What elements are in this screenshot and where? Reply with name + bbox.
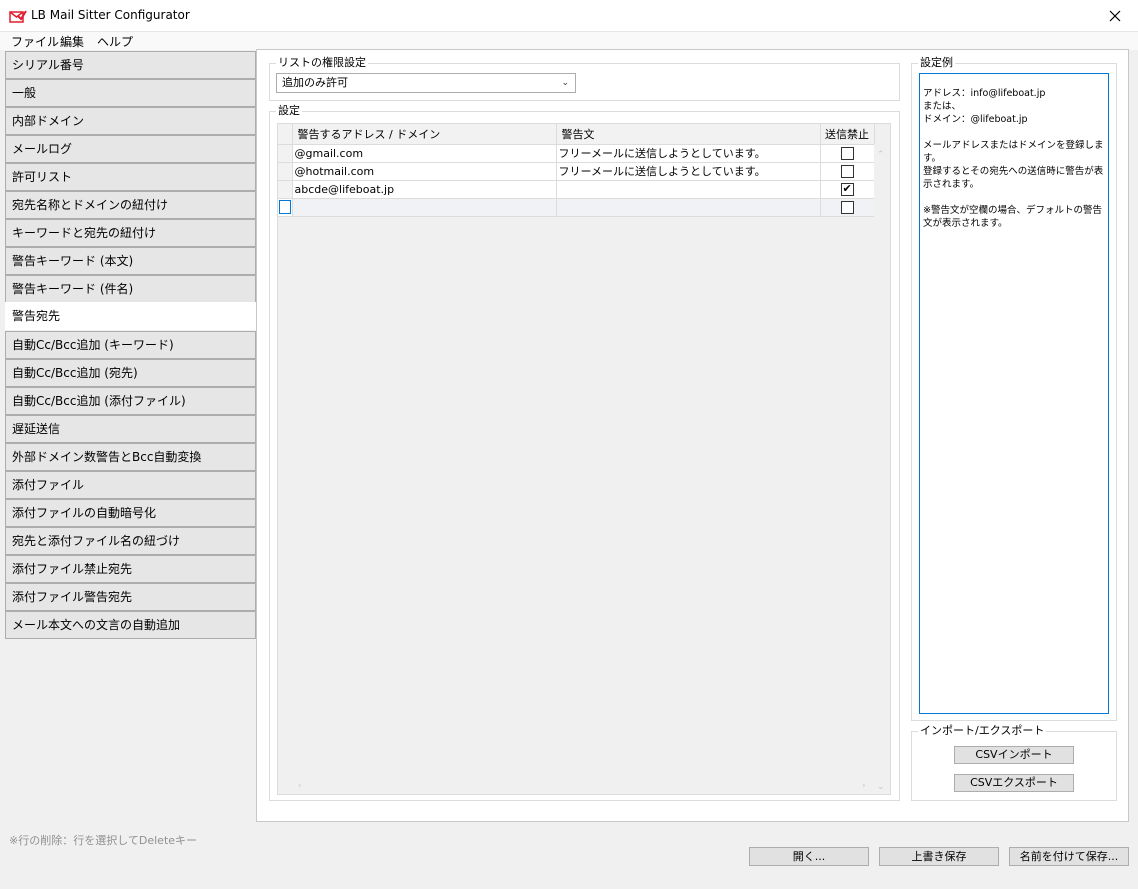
close-icon	[1109, 10, 1121, 22]
close-button[interactable]	[1092, 0, 1138, 32]
permission-label: リストの権限設定	[276, 56, 368, 70]
menu-bar: ファイル 編集 ヘルプ	[0, 32, 1138, 50]
scroll-up-icon[interactable]: ⌃	[877, 150, 885, 160]
sidebar-item-keyword-recipient[interactable]: キーワードと宛先の紐付け	[5, 219, 256, 247]
blocked-checkbox-checked[interactable]: ✔	[840, 181, 854, 196]
save-button[interactable]: 上書き保存	[879, 847, 999, 866]
permission-selected-value: 追加のみ許可	[282, 76, 348, 89]
csv-export-button[interactable]: CSVエクスポート	[954, 774, 1074, 792]
example-label: 設定例	[918, 56, 955, 70]
vertical-scrollbar[interactable]: ⌃ ⌄	[874, 144, 890, 794]
window-title: LB Mail Sitter Configurator	[31, 8, 190, 22]
sidebar-item-general[interactable]: 一般	[5, 79, 256, 107]
table-row[interactable]: @hotmail.com フリーメールに送信しようとしています。	[278, 162, 875, 181]
message-cell[interactable]: フリーメールに送信しようとしています。	[556, 162, 821, 181]
delete-row-hint: ※行の削除：行を選択してDeleteキー	[9, 834, 198, 847]
menu-file[interactable]: ファイル	[11, 33, 59, 50]
column-header-message[interactable]: 警告文	[556, 124, 821, 145]
sidebar-item-auto-cc-attachment[interactable]: 自動Cc/Bcc追加 (添付ファイル)	[5, 387, 256, 415]
message-cell[interactable]: フリーメールに送信しようとしています。	[556, 144, 821, 163]
blocked-cell[interactable]: ✔	[820, 180, 875, 199]
settings-table: 警告するアドレス / ドメイン 警告文 送信禁止 @gmail.com フリーメ…	[278, 124, 875, 217]
sidebar-item-internal-domain[interactable]: 内部ドメイン	[5, 107, 256, 135]
sidebar-item-attachment-block[interactable]: 添付ファイル禁止宛先	[5, 555, 256, 583]
sidebar-item-name-domain[interactable]: 宛先名称とドメインの紐付け	[5, 191, 256, 219]
blocked-cell[interactable]	[820, 162, 875, 181]
example-textbox[interactable]: アドレス：info@lifeboat.jp または、 ドメイン：@lifeboa…	[919, 73, 1109, 714]
blocked-cell[interactable]	[820, 198, 875, 217]
address-cell[interactable]: abcde@lifeboat.jp	[292, 180, 557, 199]
sidebar-item-warning-recipient[interactable]: 警告宛先	[5, 302, 256, 330]
horizontal-scrollbar[interactable]: ‹ ›	[278, 779, 874, 795]
row-header[interactable]	[278, 144, 293, 163]
settings-label: 設定	[276, 104, 302, 118]
sidebar-item-recipient-filename[interactable]: 宛先と添付ファイル名の紐づけ	[5, 527, 256, 555]
menu-edit[interactable]: 編集	[60, 33, 84, 50]
address-cell[interactable]: @hotmail.com	[292, 162, 557, 181]
column-header-address[interactable]: 警告するアドレス / ドメイン	[292, 124, 557, 145]
row-header[interactable]	[278, 180, 293, 199]
blocked-checkbox[interactable]	[840, 164, 854, 178]
sidebar-item-warning-keyword-subject[interactable]: 警告キーワード (件名)	[5, 275, 256, 303]
current-row-indicator	[279, 200, 291, 214]
sidebar-item-mail-log[interactable]: メールログ	[5, 135, 256, 163]
sidebar-item-delayed-send[interactable]: 遅延送信	[5, 415, 256, 443]
row-header[interactable]	[278, 162, 293, 181]
sidebar-item-warning-keyword-body[interactable]: 警告キーワード (本文)	[5, 247, 256, 275]
column-header-blocked[interactable]: 送信禁止	[820, 124, 875, 145]
address-cell[interactable]	[292, 198, 557, 217]
open-button[interactable]: 開く...	[749, 847, 869, 866]
chevron-down-icon: ⌄	[561, 78, 569, 88]
blocked-checkbox[interactable]	[840, 200, 854, 214]
row-header[interactable]	[278, 198, 293, 217]
sidebar-item-serial[interactable]: シリアル番号	[5, 51, 256, 79]
table-row[interactable]: abcde@lifeboat.jp ✔	[278, 180, 875, 199]
message-cell[interactable]	[556, 198, 821, 217]
table-row-new[interactable]	[278, 198, 875, 217]
check-icon: ✔	[842, 181, 852, 195]
sidebar-item-auto-append-text[interactable]: メール本文への文言の自動追加	[5, 611, 256, 639]
settings-grid: 警告するアドレス / ドメイン 警告文 送信禁止 @gmail.com フリーメ…	[277, 123, 891, 795]
scroll-down-icon[interactable]: ⌄	[877, 782, 885, 792]
message-cell[interactable]	[556, 180, 821, 199]
sidebar-item-attachment-encrypt[interactable]: 添付ファイルの自動暗号化	[5, 499, 256, 527]
scroll-left-icon[interactable]: ‹	[298, 781, 302, 791]
sidebar-item-attachment-warning[interactable]: 添付ファイル警告宛先	[5, 583, 256, 611]
save-as-button[interactable]: 名前を付けて保存...	[1009, 847, 1129, 866]
sidebar-item-allow-list[interactable]: 許可リスト	[5, 163, 256, 191]
table-row[interactable]: @gmail.com フリーメールに送信しようとしています。	[278, 144, 875, 163]
blocked-checkbox[interactable]	[840, 146, 854, 160]
permission-select[interactable]: 追加のみ許可 ⌄	[276, 73, 576, 93]
menu-help[interactable]: ヘルプ	[97, 33, 133, 50]
sidebar-item-auto-cc-recipient[interactable]: 自動Cc/Bcc追加 (宛先)	[5, 359, 256, 387]
table-header-row: 警告するアドレス / ドメイン 警告文 送信禁止	[278, 124, 875, 145]
corner-cell	[278, 124, 293, 145]
import-export-label: インポート/エクスポート	[918, 724, 1047, 738]
mail-check-icon	[9, 10, 27, 23]
sidebar-item-external-domain[interactable]: 外部ドメイン数警告とBcc自動変換	[5, 443, 256, 471]
scroll-right-icon[interactable]: ›	[862, 781, 866, 791]
blocked-cell[interactable]	[820, 144, 875, 163]
address-cell[interactable]: @gmail.com	[292, 144, 557, 163]
sidebar-item-attachment[interactable]: 添付ファイル	[5, 471, 256, 499]
sidebar-item-auto-cc-keyword[interactable]: 自動Cc/Bcc追加 (キーワード)	[5, 331, 256, 359]
csv-import-button[interactable]: CSVインポート	[954, 746, 1074, 764]
title-bar: LB Mail Sitter Configurator	[0, 0, 1138, 32]
